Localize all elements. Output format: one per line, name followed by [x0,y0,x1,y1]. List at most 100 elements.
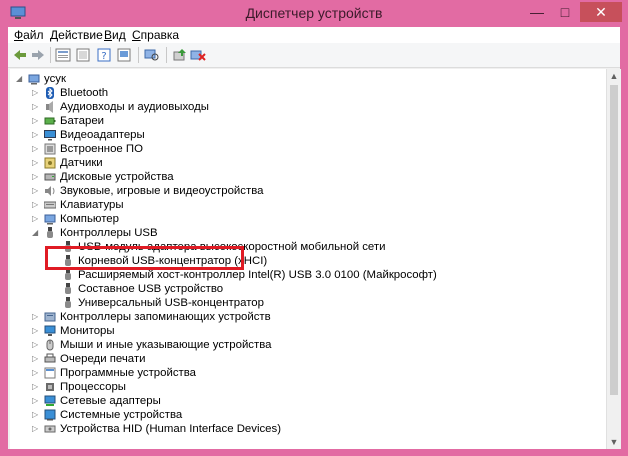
battery-icon [44,117,56,125]
expand-arrow-icon[interactable]: ▷ [32,313,40,321]
printer-icon [44,353,56,363]
tree-item-label: Мыши и иные указывающие устройства [60,339,272,351]
tree-item-label: Датчики [60,157,103,169]
svg-text:?: ? [101,51,106,62]
expand-arrow-icon[interactable]: ▷ [32,425,40,433]
menu-help-label: правка [140,28,180,42]
toolbar: ? [8,43,620,68]
bluetooth-icon [46,87,54,99]
usb-icon [47,227,53,238]
menu-file-label: айл [23,28,44,42]
expand-arrow-icon[interactable]: ▷ [32,131,40,139]
expand-arrow-icon[interactable]: ▷ [32,397,40,405]
expand-arrow-icon[interactable]: ▷ [32,117,40,125]
tree-item-label: усук [44,73,66,85]
usb-icon [65,283,71,294]
system-icon [44,409,56,421]
remove-device-icon[interactable] [190,48,206,62]
highlight-box [45,246,244,270]
tree-item-label: Дисковые устройства [60,171,174,183]
menu-action[interactable]: Действие [50,28,103,42]
forward-icon[interactable] [30,48,46,62]
properties-view-icon[interactable] [55,48,71,62]
expand-arrow-icon[interactable]: ▷ [32,411,40,419]
tree-item-label: Звуковые, игровые и видеоустройства [60,185,264,197]
tree-item-label: Составное USB устройство [78,283,224,295]
menu-action-label: ействие [58,28,103,42]
tree-item-label: Устройства HID (Human Interface Devices) [60,423,282,435]
network-icon [44,395,56,406]
tree-item-label: Встроенное ПО [60,143,143,155]
usb-icon [65,269,71,280]
scroll-down-icon[interactable]: ▼ [609,437,619,447]
computer-icon [28,74,40,85]
hid-icon [44,425,56,433]
expand-arrow-icon[interactable]: ▷ [32,201,40,209]
tree-item-label: Процессоры [60,381,126,393]
tree-item-label: Очереди печати [60,353,146,365]
sound-icon [45,186,55,196]
collapse-arrow-icon[interactable]: ◢ [32,229,40,237]
storage-icon [44,312,56,322]
expand-arrow-icon[interactable]: ▷ [32,89,40,97]
tree-item-label: Аудиовходы и аудиовыходы [60,101,209,113]
disk-icon [44,173,56,181]
tree-item-label: Мониторы [60,325,115,337]
cpu-icon [46,383,54,391]
expand-arrow-icon[interactable]: ▷ [32,159,40,167]
menu-help[interactable]: Справка [132,28,179,42]
keyboard-icon [44,201,56,209]
expand-arrow-icon[interactable]: ▷ [32,173,40,181]
monitor-icon [44,325,56,336]
expand-arrow-icon[interactable]: ▷ [32,383,40,391]
menu-action-accel: Д [50,28,59,42]
vertical-scrollbar[interactable]: ▲ ▼ [606,69,621,449]
sensor-icon [44,157,56,169]
title-bar: Диспетчер устройств — □ ✕ [0,0,628,27]
collapse-arrow-icon[interactable]: ◢ [16,75,24,83]
back-icon[interactable] [12,48,28,62]
usb-icon [65,297,71,308]
menu-file[interactable]: Файл [14,28,44,42]
tree-item-label: Контроллеры запоминающих устройств [60,311,271,323]
window-client-area: Файл Действие Вид Справка ? ◢ усук ▷ Blueto… [8,27,621,449]
scan-hardware-icon[interactable] [144,48,160,62]
software-icon [44,367,56,379]
menu-view-accel: В [104,28,113,42]
expand-arrow-icon[interactable]: ▷ [32,369,40,377]
scroll-thumb[interactable] [610,85,618,395]
tree-item-label: Bluetooth [60,87,109,99]
expand-arrow-icon[interactable]: ▷ [32,215,40,223]
tree-item-label: Расширяемый хост-контроллер Intel(R) USB… [78,269,437,281]
expand-arrow-icon[interactable]: ▷ [32,187,40,195]
maximize-button[interactable]: □ [552,2,578,22]
menu-help-accel: С [132,28,141,42]
mouse-icon [46,339,54,351]
scroll-up-icon[interactable]: ▲ [609,71,619,81]
expand-arrow-icon[interactable]: ▷ [32,327,40,335]
expand-arrow-icon[interactable]: ▷ [32,341,40,349]
tree-item-label: Программные устройства [60,367,197,379]
firmware-icon [44,143,56,155]
tree-item-label: Батареи [60,115,105,127]
help-icon[interactable] [75,48,91,62]
tree-item-label: Универсальный USB-концентратор [78,297,264,309]
tree-item-label: Сетевые адаптеры [60,395,161,407]
properties-icon[interactable]: ? [96,48,112,62]
expand-arrow-icon[interactable]: ▷ [32,145,40,153]
minimize-button[interactable]: — [524,2,550,22]
monitor-icon[interactable] [116,48,132,62]
tree-item-label: Видеоадаптеры [60,129,145,141]
expand-arrow-icon[interactable]: ▷ [32,355,40,363]
menu-file-accel: Ф [14,28,24,42]
tree-item-label: Контроллеры USB [60,227,158,239]
menu-view[interactable]: Вид [104,28,126,42]
toolbar-separator [50,47,51,63]
computer-icon [44,214,56,225]
menu-view-label: ид [112,28,126,42]
expand-arrow-icon[interactable]: ▷ [32,103,40,111]
update-driver-icon[interactable] [172,48,188,62]
tree-item-label: Клавиатуры [60,199,124,211]
toolbar-separator [166,47,167,63]
close-button[interactable]: ✕ [580,2,622,22]
